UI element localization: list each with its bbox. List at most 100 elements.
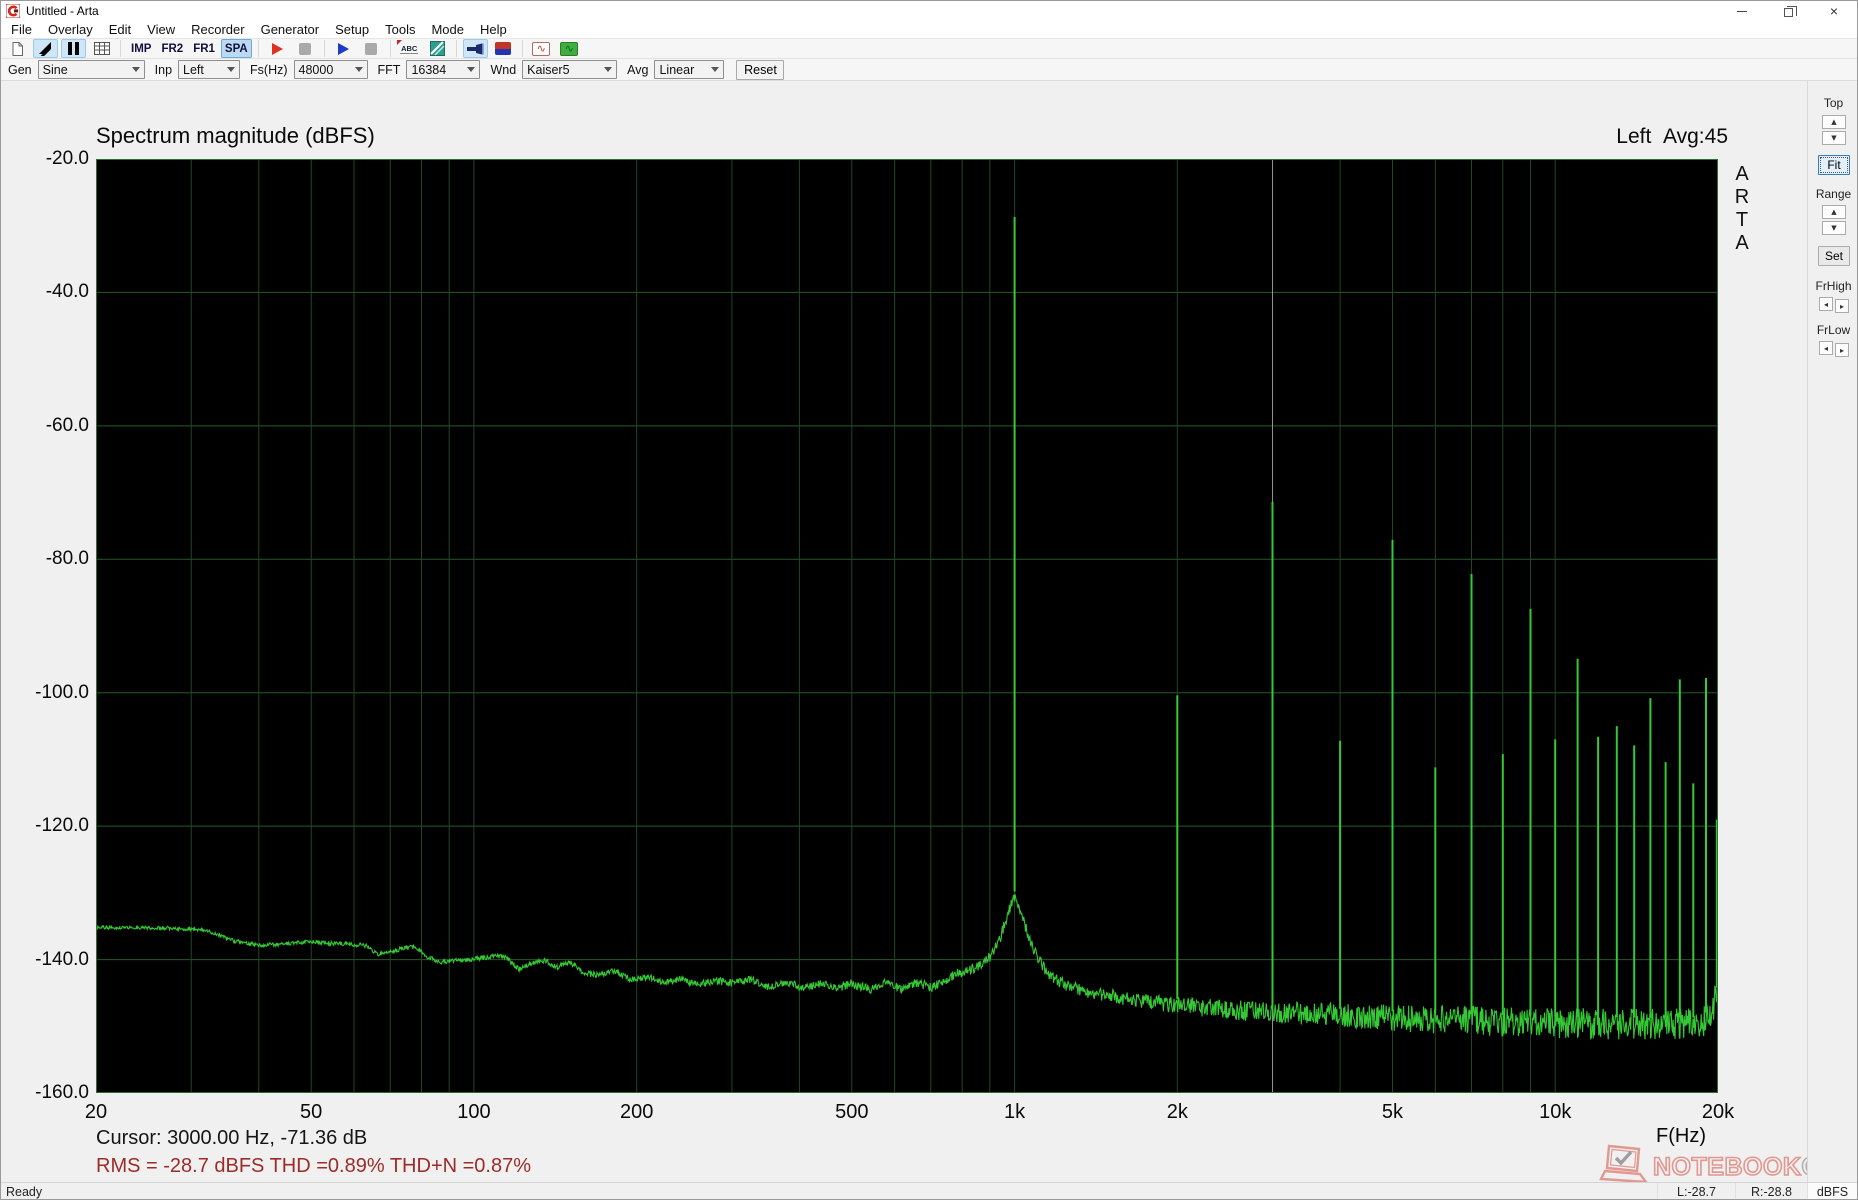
avg-select[interactable]: Linear [654, 60, 725, 79]
toolbar-button-spa[interactable]: SPA [220, 39, 252, 58]
inp-select[interactable]: Left [178, 60, 241, 79]
flashlight-icon [467, 43, 484, 54]
menu-item-help[interactable]: Help [472, 21, 515, 38]
table-view-button[interactable] [89, 39, 114, 58]
signal-record-window-button[interactable]: ∿ [529, 39, 554, 58]
range-spinner-up[interactable]: ▲ [1822, 205, 1846, 219]
y-tick-label: -140.0 [35, 948, 89, 970]
record-play-button[interactable] [265, 39, 290, 58]
range-spinner: ▲ ▼ [1822, 205, 1846, 235]
calibrate-button[interactable] [33, 39, 58, 58]
menu-item-view[interactable]: View [139, 21, 183, 38]
spell-check-button[interactable]: ABC [397, 39, 422, 58]
new-document-button[interactable] [5, 39, 30, 58]
record-stop-button[interactable] [293, 39, 318, 58]
menu-item-edit[interactable]: Edit [101, 21, 139, 38]
fit-button[interactable]: Fit [1818, 155, 1850, 175]
menu-item-recorder[interactable]: Recorder [183, 21, 252, 38]
toolbar-button-fr1[interactable]: FR1 [189, 39, 219, 58]
toolbar-button-fr2[interactable]: FR2 [157, 39, 187, 58]
abc-icon: ABC [400, 44, 419, 54]
toolbar-separator [521, 40, 523, 57]
generator-play-button[interactable] [331, 39, 356, 58]
menu-item-setup[interactable]: Setup [327, 21, 377, 38]
x-tick-label: 20 [84, 1101, 108, 1123]
spectrum-plot[interactable] [96, 159, 1718, 1093]
arta-app-icon [6, 4, 20, 18]
menu-item-mode[interactable]: Mode [423, 21, 472, 38]
brand-letter: T [1735, 209, 1749, 231]
chevron-down-icon [604, 67, 613, 72]
rms-thd-readout: RMS = -28.7 dBFS THD =0.89% THD+N =0.87% [96, 1155, 532, 1177]
y-tick-label: -100.0 [35, 681, 89, 703]
fs-select[interactable]: 48000 [293, 60, 368, 79]
chart-legend: Left Avg:45 [1451, 125, 1728, 149]
status-right-level: R:-28.8 [1735, 1183, 1807, 1199]
frlow-label: FrLow [1816, 323, 1851, 337]
gen-value: Sine [42, 62, 68, 77]
red-blue-icon [495, 42, 512, 55]
analysis-button[interactable] [425, 39, 450, 58]
blue-play-icon [337, 42, 349, 55]
wnd-select[interactable]: Kaiser5 [522, 60, 618, 79]
teal-diagonal-icon [429, 41, 445, 56]
toolbar-separator [389, 40, 391, 57]
smooth-spectrum-button[interactable]: ∿ [557, 39, 582, 58]
menu-item-overlay[interactable]: Overlay [40, 21, 101, 38]
window-title: Untitled - Arta [26, 4, 99, 18]
avg-label: Avg [627, 62, 649, 77]
side-panel: Top ▲ ▼ Fit Range ▲ ▼ Set FrHigh ◂ ▸ FrL… [1807, 81, 1857, 1182]
black-flag-icon [39, 42, 51, 56]
frhigh-right-button[interactable]: ▸ [1835, 299, 1849, 313]
frlow-arrows: ◂ ▸ [1819, 341, 1849, 357]
green-wave-icon: ∿ [560, 41, 579, 56]
x-tick-label: 20k [1701, 1101, 1735, 1123]
arta-brand-vertical: ARTA [1732, 163, 1752, 255]
y-tick-label: -40.0 [45, 281, 89, 303]
spectrum-svg [96, 159, 1718, 1093]
level-meter-button[interactable] [491, 39, 516, 58]
y-tick-label: -160.0 [35, 1082, 89, 1103]
gen-label: Gen [8, 62, 32, 77]
title-bar: Untitled - Arta × [1, 1, 1857, 21]
chevron-down-icon [354, 67, 363, 72]
range-spinner-down[interactable]: ▼ [1822, 221, 1846, 235]
fft-select[interactable]: 16384 [406, 60, 481, 79]
fs-value: 48000 [298, 62, 334, 77]
status-bar: Ready L:-28.7 R:-28.8 dBFS [1, 1182, 1857, 1199]
close-button[interactable]: × [1811, 1, 1857, 21]
fft-label: FFT [377, 62, 401, 77]
reset-button[interactable]: Reset [736, 59, 785, 80]
toolbar-separator [323, 40, 325, 57]
chevron-down-icon [131, 67, 140, 72]
arta-window: Untitled - Arta × File Overlay Edit View Rec… [0, 0, 1858, 1200]
menu-item-generator[interactable]: Generator [253, 21, 328, 38]
top-spinner-up[interactable]: ▲ [1822, 115, 1846, 129]
fs-label: Fs(Hz) [250, 62, 288, 77]
set-button[interactable]: Set [1818, 246, 1850, 266]
chart-title: Spectrum magnitude (dBFS) [96, 123, 375, 148]
generator-stop-button[interactable] [359, 39, 384, 58]
frhigh-left-button[interactable]: ◂ [1819, 297, 1833, 311]
signal-tool-button[interactable] [462, 39, 488, 58]
toolbar-separator [257, 40, 259, 57]
options-bar: Gen Sine Inp Left Fs(Hz) 48000 FFT 16384… [1, 59, 1857, 81]
restore-button[interactable] [1765, 1, 1811, 21]
gen-select[interactable]: Sine [37, 60, 145, 79]
toolbar-button-imp[interactable]: IMP [127, 39, 155, 58]
y-tick-label: -80.0 [45, 548, 89, 570]
chevron-down-icon [467, 67, 476, 72]
minimize-button[interactable] [1719, 1, 1765, 21]
pause-button[interactable] [61, 39, 86, 58]
top-spinner-down[interactable]: ▼ [1822, 131, 1846, 145]
toolbar-measure-buttons: IMP FR2 FR1 SPA [127, 39, 252, 58]
brand-letter: A [1735, 232, 1749, 254]
x-tick-label: 2k [1166, 1101, 1188, 1123]
frlow-left-button[interactable]: ◂ [1819, 341, 1833, 355]
frlow-right-button[interactable]: ▸ [1835, 343, 1849, 357]
menu-item-tools[interactable]: Tools [377, 21, 423, 38]
watermark-notebook: NOTEBOOK [1652, 1152, 1802, 1182]
top-label: Top [1823, 96, 1844, 110]
menu-item-file[interactable]: File [3, 21, 40, 38]
notebookcheck-laptop-icon [1599, 1144, 1649, 1184]
